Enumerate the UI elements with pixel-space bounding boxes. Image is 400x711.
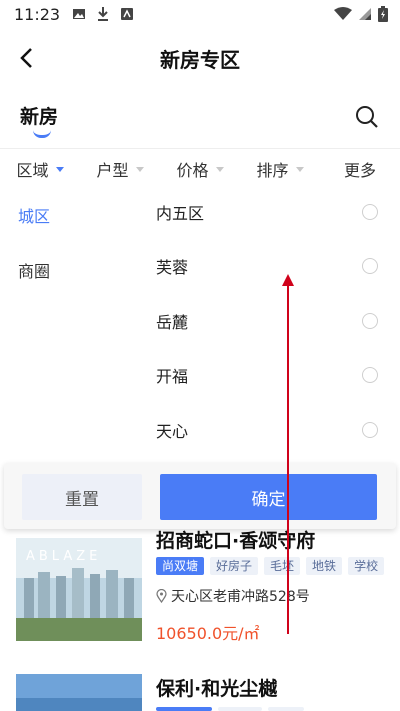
download-icon — [98, 7, 109, 21]
filter-label: 价格 — [176, 161, 209, 180]
listing-card[interactable]: 保利·和光尘樾 — [0, 660, 400, 711]
app-header: 新房专区 — [0, 36, 400, 80]
listing-tags — [156, 707, 304, 711]
radio-button[interactable] — [362, 313, 378, 329]
listing-thumbnail — [16, 674, 142, 711]
district-dropdown: 城区 商圈 内五区 芙蓉 岳麓 开福 天心 — [0, 188, 400, 463]
listing-name[interactable]: 保利·和光尘樾 — [156, 674, 277, 701]
district-option[interactable]: 开福 — [156, 360, 386, 390]
filter-layout[interactable]: 户型 — [80, 157, 160, 181]
filter-label: 更多 — [343, 161, 376, 180]
caret-down-icon — [295, 166, 304, 172]
caret-down-icon — [135, 166, 144, 172]
status-bar: 11:23 — [0, 0, 400, 28]
district-option-label: 芙蓉 — [156, 258, 189, 277]
filter-more[interactable]: 更多 — [320, 157, 400, 181]
listing-address: 天心区老甫冲路528号 — [156, 586, 310, 606]
listing-price: 10650.0元/㎡ — [156, 624, 260, 643]
district-option[interactable]: 芙蓉 — [156, 251, 386, 281]
district-option-label: 天心 — [156, 422, 189, 441]
district-option[interactable]: 天心 — [156, 415, 386, 445]
listing-tag — [156, 707, 212, 711]
listing-tag: 地铁 — [306, 557, 343, 575]
filter-bar: 区域 户型 价格 排序 更多 — [0, 150, 400, 188]
app-notification-icon — [121, 8, 134, 20]
category-business-circle[interactable]: 商圈 — [18, 258, 50, 282]
filter-district[interactable]: 区域 — [0, 157, 80, 181]
filter-label: 区域 — [16, 161, 49, 180]
signal-icon — [359, 8, 371, 20]
dropdown-action-bar: 重置 确定 — [4, 463, 396, 529]
listing-tag: 毛坯 — [264, 557, 301, 575]
back-button[interactable] — [12, 44, 40, 72]
tab-new-homes[interactable]: 新房 — [20, 102, 58, 129]
district-option-label: 岳麓 — [156, 313, 189, 332]
filter-sort[interactable]: 排序 — [240, 157, 320, 181]
page-title: 新房专区 — [160, 47, 240, 72]
reset-button[interactable]: 重置 — [22, 474, 142, 520]
battery-icon — [378, 6, 388, 22]
listing-name[interactable]: 招商蛇口·香颂守府 — [156, 526, 315, 553]
listing-address-text: 天心区老甫冲路528号 — [171, 589, 310, 605]
filter-label: 排序 — [256, 161, 289, 180]
tab-row: 新房 — [0, 94, 400, 146]
caret-down-icon — [215, 166, 224, 172]
listing-tag: 尚双塘 — [156, 557, 205, 575]
radio-button[interactable] — [362, 258, 378, 274]
radio-button[interactable] — [362, 367, 378, 383]
search-button[interactable] — [354, 104, 380, 130]
district-option-label: 开福 — [156, 367, 189, 386]
thumbnail-watermark: ABLAZE — [26, 549, 101, 564]
filter-price[interactable]: 价格 — [160, 157, 240, 181]
listing-tag — [268, 707, 304, 711]
wifi-icon — [334, 7, 352, 20]
radio-button[interactable] — [362, 204, 378, 220]
listing-tag: 好房子 — [210, 557, 259, 575]
caret-down-icon — [55, 166, 64, 172]
listing-thumbnail: ABLAZE — [16, 538, 142, 641]
district-option-label: 内五区 — [156, 204, 205, 223]
listing-tag: 学校 — [348, 557, 385, 575]
filter-label: 户型 — [96, 161, 129, 180]
status-time: 11:23 — [14, 4, 61, 24]
chevron-left-icon — [20, 48, 32, 68]
radio-button[interactable] — [362, 422, 378, 438]
location-pin-icon — [156, 589, 167, 603]
listing-tag — [218, 707, 262, 711]
district-option[interactable]: 内五区 — [156, 197, 386, 227]
listing-tags: 尚双塘 好房子 毛坯 地铁 学校 — [156, 557, 385, 575]
divider — [0, 148, 400, 149]
tab-active-indicator — [33, 130, 51, 138]
search-icon — [356, 106, 378, 128]
confirm-button[interactable]: 确定 — [160, 474, 377, 520]
category-city-district[interactable]: 城区 — [18, 203, 50, 227]
district-option[interactable]: 岳麓 — [156, 306, 386, 336]
listing-card[interactable]: ABLAZE 招商蛇口·香颂守府 尚双塘 好房子 毛坯 地铁 学校 天心区老甫冲… — [0, 520, 400, 643]
image-notification-icon — [73, 9, 86, 19]
